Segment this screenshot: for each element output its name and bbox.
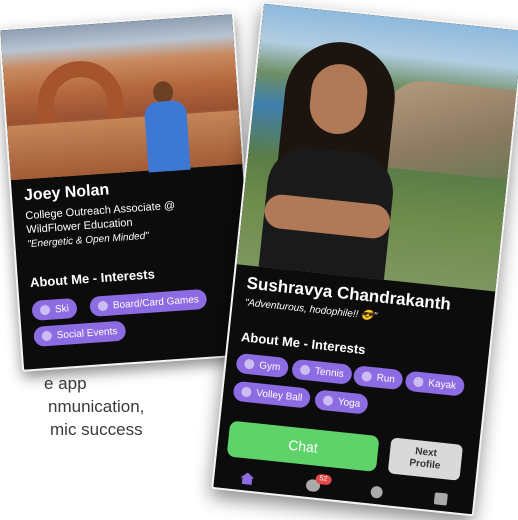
interest-label: Yoga <box>337 396 361 410</box>
next-profile-button[interactable]: Next Profile <box>387 437 464 481</box>
interest-chip-gym[interactable]: Gym <box>235 352 290 379</box>
interest-chip-volley-ball[interactable]: Volley Ball <box>232 380 312 409</box>
profile-photo-right <box>236 3 518 292</box>
gym-icon <box>243 358 255 370</box>
person-icon[interactable] <box>370 485 384 499</box>
profile-card-right: Sushravya Chandrakanth "Adventurous, hod… <box>211 1 518 517</box>
person-torso <box>143 99 191 173</box>
home-icon[interactable] <box>240 472 255 485</box>
interest-label: Run <box>376 372 396 385</box>
yoga-icon <box>322 395 334 407</box>
chat-button[interactable]: Chat <box>226 420 380 472</box>
caption-line-2: nmunication, <box>48 397 145 416</box>
chat-bubble-icon[interactable]: 52 <box>305 473 332 493</box>
tennis-icon <box>299 364 311 376</box>
interest-chip-kayak[interactable]: Kayak <box>404 370 466 397</box>
volleyball-icon <box>240 386 252 398</box>
interest-label: Social Events <box>56 325 118 341</box>
interest-label: Volley Ball <box>255 387 303 404</box>
coast-cliff-shape <box>377 77 518 182</box>
interest-label: Kayak <box>427 377 457 392</box>
profile-name: Joey Nolan <box>23 181 110 205</box>
next-label-line-2: Profile <box>408 457 441 472</box>
interest-chip-board-games[interactable]: Board/Card Games <box>89 288 208 317</box>
interest-chip-run[interactable]: Run <box>352 365 404 391</box>
run-icon <box>361 371 373 383</box>
interest-label: Tennis <box>314 365 345 380</box>
interest-chip-tennis[interactable]: Tennis <box>291 358 353 385</box>
ski-icon <box>39 304 51 316</box>
dice-icon <box>97 300 109 312</box>
calendar-icon[interactable] <box>433 492 449 506</box>
message-count-badge: 52 <box>314 473 332 486</box>
interest-label: Board/Card Games <box>112 293 200 311</box>
profile-photo-left <box>0 14 243 181</box>
caption-line-3: mic success <box>50 420 143 439</box>
interest-chip-yoga[interactable]: Yoga <box>314 389 370 415</box>
background-caption: e app nmunication, mic success <box>0 372 144 441</box>
interest-chip-ski[interactable]: Ski <box>31 297 78 321</box>
interest-chip-social-events[interactable]: Social Events <box>33 320 126 347</box>
caption-line-1: e app <box>44 374 87 393</box>
about-heading: About Me - Interests <box>29 266 156 291</box>
profile-card-left: Joey Nolan College Outreach Associate @ … <box>0 12 258 372</box>
people-icon <box>41 330 53 342</box>
person-figure <box>142 80 191 173</box>
kayak-icon <box>412 376 424 388</box>
about-heading: About Me - Interests <box>240 329 367 358</box>
interest-label: Ski <box>54 302 70 315</box>
interest-label: Gym <box>258 359 281 373</box>
